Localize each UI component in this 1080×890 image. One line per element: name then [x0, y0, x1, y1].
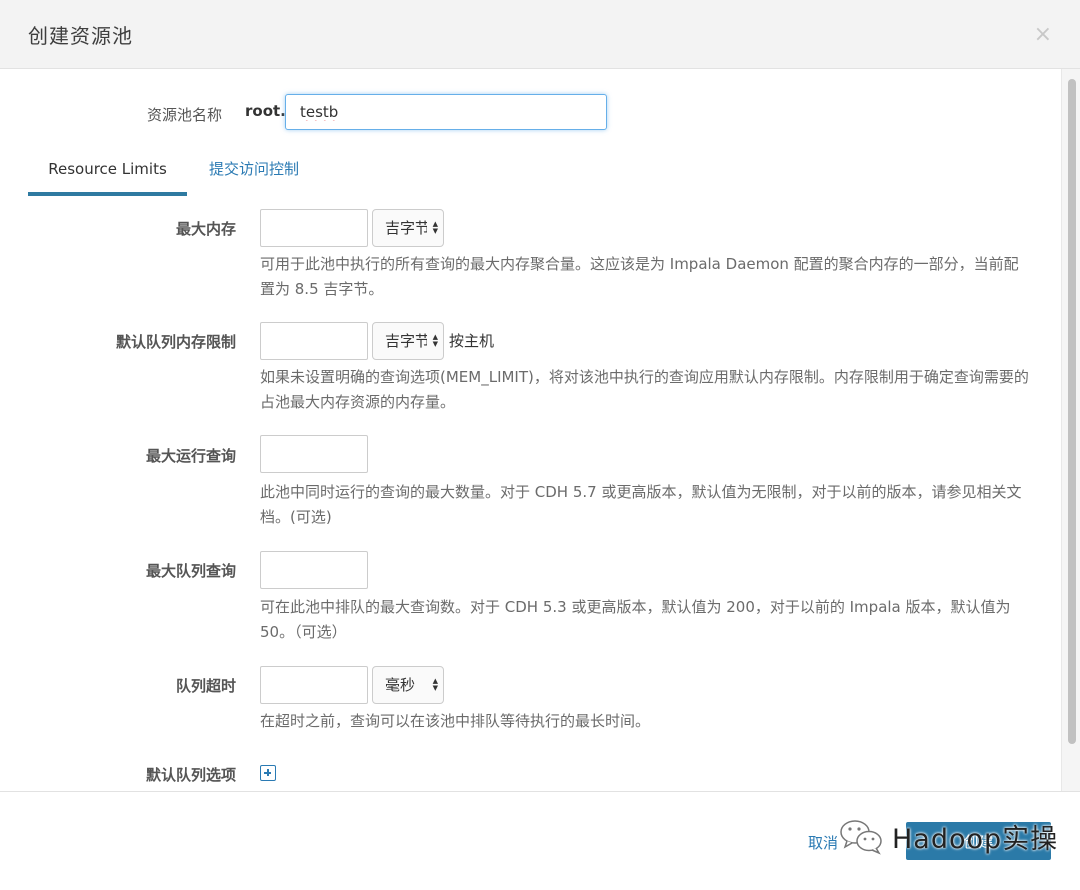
- add-option-icon[interactable]: [260, 765, 276, 781]
- dialog-body: 资源池名称 root. Resource Limits 提交访问控制 最大内存 …: [0, 69, 1080, 791]
- dialog-title: 创建资源池: [28, 24, 133, 48]
- default-query-options-label: 默认队列选项: [145, 766, 236, 784]
- default-query-mem-limit-unit-select[interactable]: 吉字节 ▲ ▼: [372, 322, 444, 360]
- scrollbar[interactable]: [1061, 69, 1080, 791]
- scrollbar-thumb[interactable]: [1068, 79, 1076, 744]
- pool-name-prefix: root.: [245, 102, 286, 120]
- queue-timeout-unit-value: 毫秒: [385, 676, 416, 694]
- per-host-suffix: 按主机: [449, 332, 495, 350]
- tab-submission-access-control[interactable]: 提交访问控制: [209, 154, 299, 196]
- tab-resource-limits[interactable]: Resource Limits: [28, 154, 187, 196]
- max-memory-help: 可用于此池中执行的所有查询的最大内存聚合量。这应该是为 Impala Daemo…: [260, 255, 1019, 298]
- max-running-queries-input[interactable]: [260, 435, 368, 473]
- queue-timeout-input[interactable]: [260, 666, 368, 704]
- dialog-header: 创建资源池 ×: [0, 0, 1080, 69]
- dialog-footer: 取消 创建 Hadoop实操: [0, 791, 1080, 890]
- default-query-mem-limit-help: 如果未设置明确的查询选项(MEM_LIMIT)，将对该池中执行的查询应用默认内存…: [260, 368, 1029, 411]
- wechat-icon: [838, 816, 886, 856]
- max-memory-unit-value: 吉字节: [385, 219, 427, 237]
- select-arrows-icon: ▲ ▼: [432, 677, 438, 692]
- max-running-queries-label: 最大运行查询: [145, 447, 236, 465]
- queue-timeout-unit-select[interactable]: 毫秒 ▲ ▼: [372, 666, 444, 704]
- default-query-mem-limit-label: 默认队列内存限制: [115, 333, 236, 351]
- queue-timeout-help: 在超时之前，查询可以在该池中排队等待执行的最长时间。: [260, 712, 651, 730]
- default-query-mem-limit-input[interactable]: [260, 322, 368, 360]
- queue-timeout-label: 队列超时: [175, 677, 236, 695]
- close-icon[interactable]: ×: [1034, 24, 1052, 46]
- max-memory-unit-select[interactable]: 吉字节 ▲ ▼: [372, 209, 444, 247]
- max-queued-queries-help: 可在此池中排队的最大查询数。对于 CDH 5.3 或更高版本，默认值为 200，…: [260, 598, 1011, 641]
- cancel-button[interactable]: 取消: [808, 832, 838, 853]
- max-memory-label: 最大内存: [175, 220, 236, 238]
- max-queued-queries-input[interactable]: [260, 551, 368, 589]
- max-queued-queries-label: 最大队列查询: [145, 562, 236, 580]
- select-arrows-icon: ▲ ▼: [432, 220, 438, 235]
- select-arrows-icon: ▲ ▼: [432, 333, 438, 348]
- pool-name-label: 资源池名称: [146, 106, 222, 124]
- default-query-mem-limit-unit-value: 吉字节: [385, 332, 427, 350]
- create-button[interactable]: 创建: [906, 822, 1051, 860]
- max-running-queries-help: 此池中同时运行的查询的最大数量。对于 CDH 5.7 或更高版本，默认值为无限制…: [260, 483, 1022, 526]
- pool-name-input[interactable]: [285, 94, 607, 130]
- max-memory-input[interactable]: [260, 209, 368, 247]
